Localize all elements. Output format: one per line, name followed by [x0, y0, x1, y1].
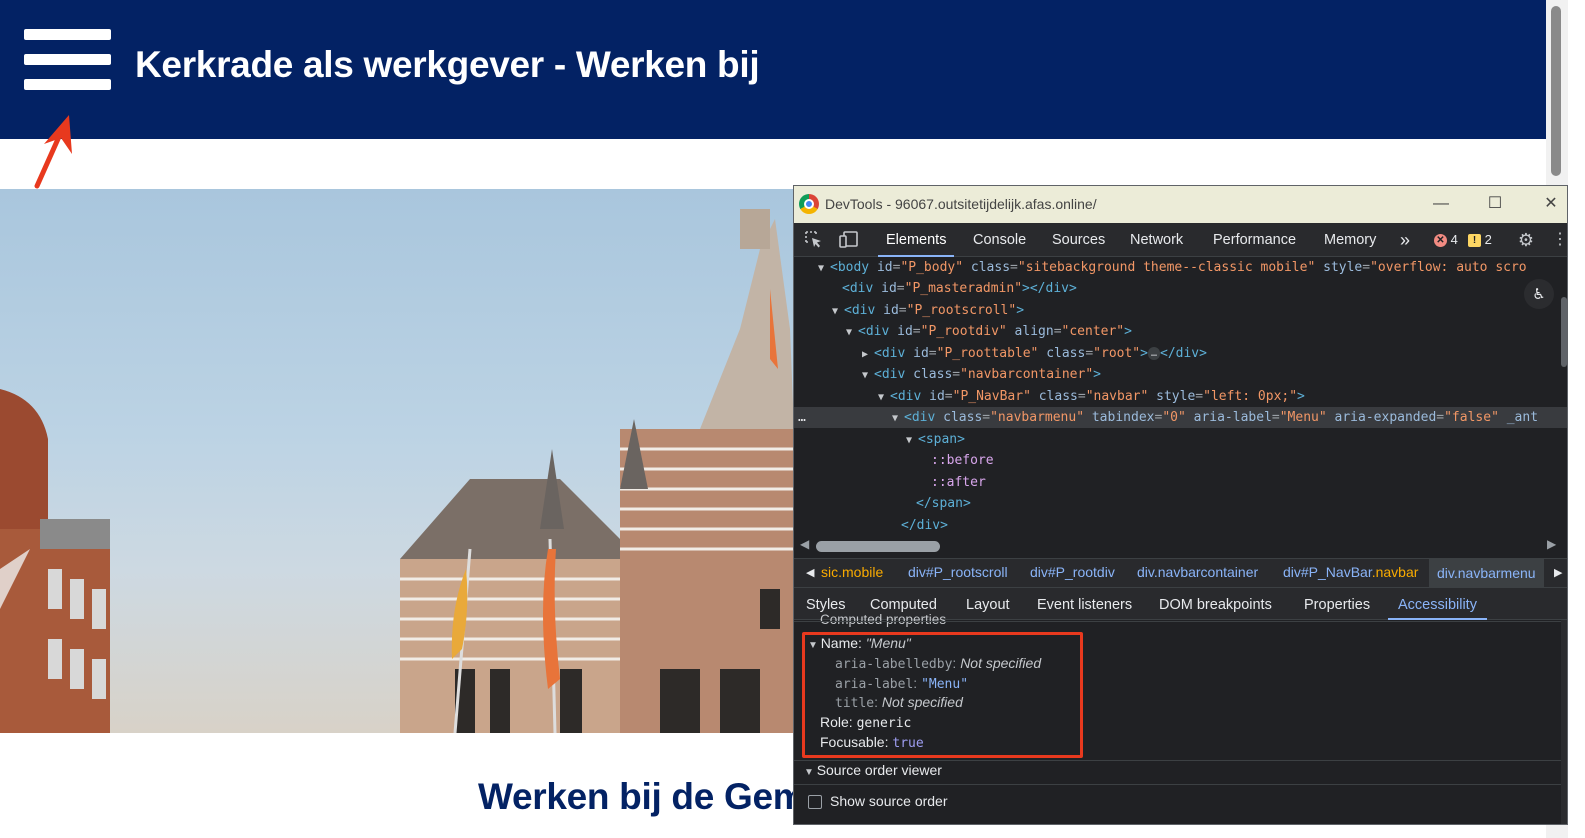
dom-node-rootscroll[interactable]: ▼ <div id="P_rootscroll">	[794, 300, 1567, 322]
breadcrumb-left-icon[interactable]: ◀	[806, 566, 814, 579]
dom-node-div-close[interactable]: </div>	[794, 515, 1567, 536]
devtools-window-title: DevTools - 96067.outsitetijdelijk.afas.o…	[825, 196, 1097, 212]
dom-tree: ▼ <body id="P_body" class="sitebackground…	[794, 257, 1567, 536]
divider	[794, 760, 1567, 761]
breadcrumb-rootscroll[interactable]: div#P_rootscroll	[908, 564, 1008, 580]
settings-gear-icon[interactable]: ⚙	[1516, 230, 1536, 250]
tab-layout[interactable]: Layout	[966, 588, 1010, 620]
dom-node-navbarcontainer[interactable]: ▼ <div class="navbarcontainer">	[794, 364, 1567, 386]
error-count-badge[interactable]: ✕ 4	[1434, 231, 1458, 249]
collapsed-children-pill[interactable]: …	[1147, 347, 1160, 360]
tab-properties[interactable]: Properties	[1304, 588, 1370, 620]
hamburger-bar	[24, 29, 111, 40]
dom-node-before[interactable]: ::before	[794, 450, 1567, 471]
more-tabs-icon[interactable]: »	[1400, 223, 1410, 257]
page-scrollbar-thumb[interactable]	[1551, 6, 1561, 176]
error-count: 4	[1450, 232, 1458, 247]
dom-node-span-close[interactable]: </span>	[794, 493, 1567, 514]
minimize-button[interactable]: —	[1418, 190, 1464, 218]
dom-node-rootdiv[interactable]: ▼ <div id="P_rootdiv" align="center">	[794, 321, 1567, 343]
site-title: Kerkrade als werkgever - Werken bij	[135, 44, 760, 85]
breadcrumb-navbar[interactable]: div#P_NavBar.navbar	[1283, 564, 1418, 580]
chrome-logo-icon	[799, 194, 819, 214]
show-source-order-checkbox[interactable]	[808, 795, 822, 809]
breadcrumb: ◀ sic.mobile div#P_rootscroll div#P_root…	[794, 558, 1567, 588]
site-header: Kerkrade als werkgever - Werken bij	[0, 0, 1546, 139]
dom-node-navbarmenu[interactable]: … ▼ <div class="navbarmenu" tabindex="0" a…	[794, 407, 1567, 429]
warning-icon: !	[1468, 234, 1481, 248]
breadcrumb-rootdiv[interactable]: div#P_rootdiv	[1030, 564, 1115, 580]
horizontal-scroll-thumb[interactable]	[816, 541, 940, 552]
warning-count-badge[interactable]: ! 2	[1468, 231, 1492, 249]
tab-sources[interactable]: Sources	[1052, 223, 1105, 257]
hero-image	[0, 189, 794, 733]
tab-network[interactable]: Network	[1130, 223, 1183, 257]
devtools-titlebar: DevTools - 96067.outsitetijdelijk.afas.o…	[794, 186, 1567, 223]
error-icon: ✕	[1434, 234, 1447, 248]
computed-properties-header[interactable]: Computed properties	[820, 612, 946, 627]
tab-performance[interactable]: Performance	[1213, 223, 1296, 257]
dom-node-span[interactable]: ▼ <span>	[794, 429, 1567, 451]
dom-node-after[interactable]: ::after	[794, 472, 1567, 493]
node-actions-icon[interactable]: …	[798, 407, 892, 428]
divider	[794, 621, 1567, 622]
show-source-order-label[interactable]: Show source order	[830, 793, 948, 809]
accessibility-pane-scrollbar[interactable]	[1561, 620, 1567, 824]
collapse-triangle-icon[interactable]: ▼	[832, 301, 844, 322]
breadcrumb-navbarmenu[interactable]: div.navbarmenu	[1429, 559, 1544, 587]
devtools-window: DevTools - 96067.outsitetijdelijk.afas.o…	[793, 185, 1568, 825]
dom-node-masteradmin[interactable]: <div id="P_masteradmin"></div>	[794, 278, 1567, 299]
source-order-viewer-header[interactable]: ▼ Source order viewer	[804, 762, 942, 778]
annotation-arrow-icon	[34, 115, 72, 189]
breadcrumb-right-icon[interactable]: ▶	[1554, 566, 1562, 579]
dom-node-navbar[interactable]: ▼ <div id="P_NavBar" class="navbar" style…	[794, 386, 1567, 408]
dom-horizontal-scrollbar[interactable]: ◀ ▶	[794, 536, 1567, 556]
annotation-highlight-box	[802, 632, 1083, 758]
devtools-main-toolbar: Elements Console Sources Network Perform…	[794, 223, 1567, 257]
expand-triangle-icon[interactable]: ▶	[862, 344, 874, 365]
hamburger-bar	[24, 54, 111, 65]
collapse-triangle-icon[interactable]: ▼	[818, 258, 830, 279]
dom-node-body[interactable]: ▼ <body id="P_body" class="sitebackground…	[794, 257, 1567, 279]
more-options-icon[interactable]: ⋮	[1550, 230, 1567, 250]
town-hall-photo	[0, 209, 794, 733]
accessibility-tree-toggle-icon[interactable]: ♿	[1524, 279, 1554, 309]
tab-elements[interactable]: Elements	[877, 223, 955, 257]
collapse-triangle-icon[interactable]: ▼	[804, 767, 817, 778]
accessibility-pane: Computed properties ▼ Name: "Menu" aria-…	[794, 612, 1567, 824]
device-toolbar-icon[interactable]	[839, 230, 859, 250]
divider	[794, 784, 1567, 785]
page-heading: Werken bij de Gem	[478, 776, 806, 817]
tab-accessibility[interactable]: Accessibility	[1388, 588, 1487, 620]
tab-event-listeners[interactable]: Event listeners	[1037, 588, 1132, 620]
collapse-triangle-icon[interactable]: ▼	[892, 408, 904, 429]
collapse-triangle-icon[interactable]: ▼	[906, 430, 918, 451]
scroll-left-icon[interactable]: ◀	[800, 537, 809, 551]
dom-node-roottable[interactable]: ▶ <div id="P_roottable" class="root">… </d…	[794, 343, 1567, 365]
tab-memory[interactable]: Memory	[1324, 223, 1376, 257]
breadcrumb-navbarcontainer[interactable]: div.navbarcontainer	[1137, 564, 1258, 580]
hamburger-bar	[24, 79, 111, 90]
dom-tree-scrollbar[interactable]	[1561, 297, 1567, 367]
collapse-triangle-icon[interactable]: ▼	[846, 322, 858, 343]
breadcrumb-body[interactable]: sic.mobile	[821, 564, 883, 580]
close-window-button[interactable]: ✕	[1528, 190, 1567, 218]
hamburger-menu-button[interactable]	[24, 29, 111, 91]
scroll-right-icon[interactable]: ▶	[1547, 537, 1556, 551]
inspect-element-icon[interactable]	[804, 230, 824, 250]
warning-count: 2	[1484, 232, 1492, 247]
maximize-button[interactable]: ☐	[1472, 190, 1518, 218]
tab-dom-breakpoints[interactable]: DOM breakpoints	[1159, 588, 1272, 620]
collapse-triangle-icon[interactable]: ▼	[878, 387, 890, 408]
collapse-triangle-icon[interactable]: ▼	[862, 365, 874, 386]
tab-console[interactable]: Console	[973, 223, 1026, 257]
